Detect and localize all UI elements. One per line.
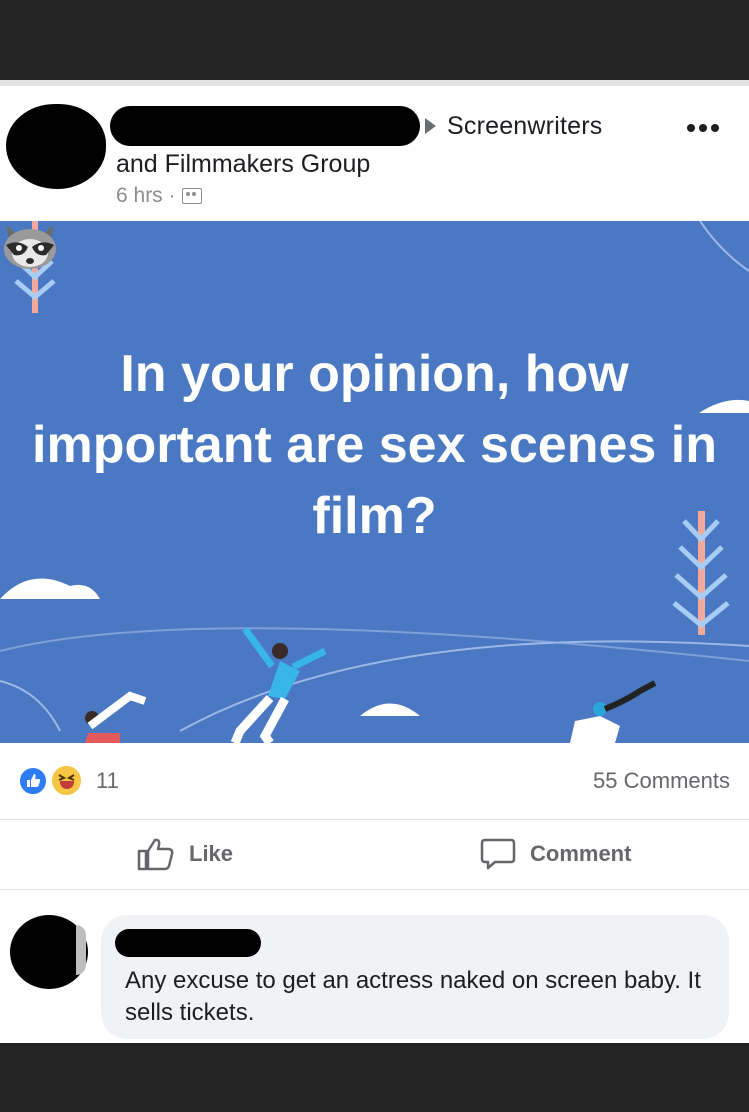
- post-meta: 6 hrs ·: [116, 184, 202, 208]
- post-header: Screenwriters and Filmmakers Group 6 hrs…: [0, 80, 749, 221]
- post-timestamp[interactable]: 6 hrs ·: [116, 184, 176, 208]
- author-name-redacted[interactable]: [110, 106, 420, 146]
- group-members-icon: [181, 188, 202, 204]
- like-reaction-icon[interactable]: [18, 766, 48, 796]
- reactions-bar: 11 55 Comments: [0, 743, 749, 820]
- like-button[interactable]: Like: [137, 819, 233, 889]
- post-card: Screenwriters and Filmmakers Group 6 hrs…: [0, 80, 749, 1043]
- thumbs-up-icon: [137, 838, 174, 871]
- breadcrumb-arrow-icon: [425, 118, 436, 134]
- author-avatar-redacted[interactable]: [6, 104, 106, 189]
- more-options-icon[interactable]: [687, 124, 719, 132]
- commenter-avatar-redacted[interactable]: [10, 915, 88, 989]
- group-name-continued[interactable]: and Filmmakers Group: [116, 150, 370, 179]
- commenter-name-redacted[interactable]: [115, 929, 261, 957]
- post-image[interactable]: In your opinion, how important are sex s…: [0, 221, 749, 743]
- comment-bubble-icon: [480, 838, 516, 870]
- post-actions: Like Comment: [0, 819, 749, 890]
- raccoon-emoji-icon: [4, 225, 56, 269]
- status-bar-area: [0, 0, 749, 80]
- like-label: Like: [189, 841, 234, 866]
- comments-count-link[interactable]: 55 Comments: [593, 768, 730, 794]
- comment-button[interactable]: Comment: [480, 819, 631, 889]
- reaction-count[interactable]: 11: [96, 768, 119, 794]
- comment-label: Comment: [530, 841, 632, 866]
- comment-text: Any excuse to get an actress naked on sc…: [125, 967, 701, 1026]
- comment-bubble[interactable]: Any excuse to get an actress naked on sc…: [101, 915, 729, 1039]
- haha-reaction-icon[interactable]: [50, 764, 83, 797]
- comment-item: Any excuse to get an actress naked on sc…: [0, 889, 749, 1043]
- post-image-text: In your opinion, how important are sex s…: [32, 345, 717, 545]
- bottom-bar-area: [0, 1043, 749, 1112]
- group-name-link[interactable]: Screenwriters: [447, 112, 602, 141]
